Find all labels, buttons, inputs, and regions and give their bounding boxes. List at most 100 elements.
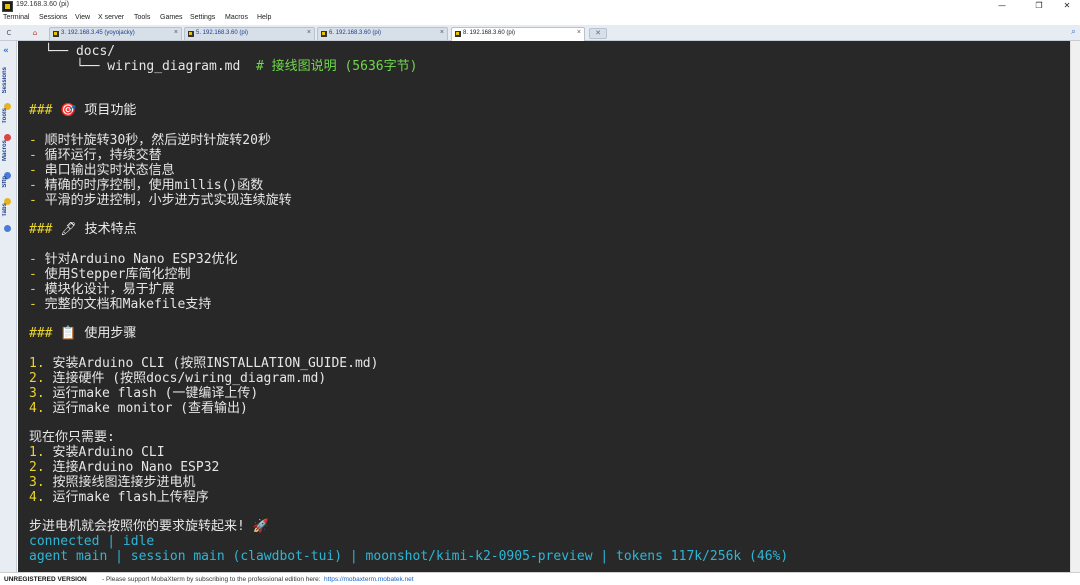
bullet: - bbox=[29, 133, 45, 148]
tree-line: └── wiring_diagram.md # 接线图说明 (5636字节) bbox=[29, 60, 417, 74]
window-titlebar: 192.168.3.60 (pi) — ❐ ✕ bbox=[0, 0, 1080, 13]
list-item-text: 顺时针旋转30秒，然后逆时针旋转20秒 bbox=[44, 133, 271, 148]
heading-tech: ### 🖊 技术特点 bbox=[29, 223, 137, 237]
tabs-icon bbox=[4, 225, 11, 232]
list-item: - 精确的时序控制，使用millis()函数 bbox=[29, 179, 263, 193]
session-status: agent main | session main (clawdbot-tui)… bbox=[29, 549, 789, 564]
menu-x-server[interactable]: X server bbox=[98, 14, 124, 21]
menu-settings[interactable]: Settings bbox=[190, 14, 215, 21]
sidebar-tab-macros[interactable]: Macros bbox=[2, 140, 14, 179]
numbered-item-text: 按照接线图连接步进电机 bbox=[52, 475, 196, 490]
tree-comment: # 接线图说明 (5636字节) bbox=[255, 59, 418, 74]
close-button[interactable]: ✕ bbox=[1052, 0, 1080, 13]
close-icon[interactable]: × bbox=[307, 29, 311, 36]
collapse-sidebar-icon[interactable]: « bbox=[3, 46, 9, 56]
menu-bar: Terminal Sessions View X server Tools Ga… bbox=[0, 13, 1080, 25]
list-item: - 串口输出实时状态信息 bbox=[29, 164, 175, 178]
sidebar-tab-tools[interactable]: Tools bbox=[2, 108, 14, 141]
tab-session-3[interactable]: 3. 192.168.3.45 (yoyojacky) × bbox=[49, 27, 182, 40]
sidebar-label: Sessions bbox=[2, 67, 8, 94]
menu-sessions[interactable]: Sessions bbox=[39, 14, 67, 21]
numbered-item: 2. 连接硬件 (按照docs/wiring_diagram.md) bbox=[29, 372, 326, 386]
tab-session-8[interactable]: 8. 192.168.3.60 (pi) × bbox=[451, 27, 585, 41]
list-item: - 使用Stepper库简化控制 bbox=[29, 268, 190, 282]
terminal-icon bbox=[188, 31, 194, 37]
tree-line: └── docs/ bbox=[29, 44, 116, 59]
numbered-item: 2. 连接Arduino Nano ESP32 bbox=[29, 461, 219, 475]
sidebar-tab-sessions[interactable]: Sessions bbox=[2, 67, 14, 110]
paperclip-icon[interactable]: ⌕ bbox=[1071, 27, 1076, 37]
bullet: - bbox=[29, 148, 45, 163]
terminal-icon bbox=[455, 31, 461, 37]
list-item-text: 完整的文档和Makefile支持 bbox=[44, 297, 212, 312]
tab-session-6[interactable]: 6. 192.168.3.60 (pi) × bbox=[317, 27, 448, 40]
heading-text: 🎯 项目功能 bbox=[52, 103, 137, 118]
tab-label: 5. 192.168.3.60 (pi) bbox=[196, 30, 249, 36]
list-item-text: 串口输出实时状态信息 bbox=[44, 163, 175, 178]
menu-terminal[interactable]: Terminal bbox=[3, 14, 29, 21]
bullet: - bbox=[29, 252, 45, 267]
bullet: - bbox=[29, 267, 45, 282]
bullet: - bbox=[29, 282, 45, 297]
sidebar-label: Sftp bbox=[2, 176, 8, 188]
close-icon[interactable]: × bbox=[577, 29, 581, 36]
item-number: 2. bbox=[29, 371, 53, 386]
heading-text: 📋 使用步骤 bbox=[52, 326, 137, 341]
list-item: - 针对Arduino Nano ESP32优化 bbox=[29, 253, 238, 267]
new-tab-icon[interactable]: ✕ bbox=[589, 28, 607, 39]
sidebar-tab-sftp[interactable]: Sftp bbox=[2, 176, 14, 205]
menu-games[interactable]: Games bbox=[160, 14, 183, 21]
menu-tools[interactable]: Tools bbox=[134, 14, 150, 21]
now-heading: 现在你只需要: bbox=[29, 430, 115, 445]
subscribe-link[interactable]: https://mobaxterm.mobatek.net bbox=[324, 576, 414, 583]
close-icon[interactable]: × bbox=[440, 29, 444, 36]
item-number: 4. bbox=[29, 401, 53, 416]
unregistered-label: UNREGISTERED VERSION bbox=[4, 576, 87, 583]
numbered-item: 4. 运行make monitor (查看输出) bbox=[29, 402, 248, 416]
item-number: 1. bbox=[29, 445, 53, 460]
heading-marker: ### bbox=[29, 326, 53, 341]
minimize-button[interactable]: — bbox=[987, 0, 1017, 13]
numbered-item: 3. 按照接线图连接步进电机 bbox=[29, 476, 196, 490]
item-number: 4. bbox=[29, 490, 53, 505]
app-icon bbox=[2, 1, 13, 12]
heading-features: ### 🎯 项目功能 bbox=[29, 104, 136, 118]
terminal-view[interactable]: └── docs/ └── wiring_diagram.md # 接线图说明 … bbox=[18, 41, 1070, 572]
terminal-scrollbar[interactable] bbox=[1070, 41, 1080, 572]
numbered-item-text: 连接硬件 (按照docs/wiring_diagram.md) bbox=[52, 371, 327, 386]
sidebar: « Sessions Tools Macros Sftp Tabs bbox=[0, 41, 17, 572]
menu-macros[interactable]: Macros bbox=[225, 14, 248, 21]
numbered-item-text: 运行make flash (一键编译上传) bbox=[52, 386, 259, 401]
sidebar-label: Tabs bbox=[2, 203, 8, 217]
closing-message: 步进电机就会按照你的要求旋转起来! 🚀 bbox=[29, 519, 269, 534]
numbered-item: 3. 运行make flash (一键编译上传) bbox=[29, 387, 258, 401]
close-icon[interactable]: × bbox=[174, 29, 178, 36]
heading-marker: ### bbox=[29, 103, 53, 118]
list-item-text: 精确的时序控制，使用millis()函数 bbox=[44, 178, 264, 193]
numbered-item: 1. 安装Arduino CLI (按照INSTALLATION_GUIDE.m… bbox=[29, 357, 378, 371]
tab-label: 3. 192.168.3.45 (yoyojacky) bbox=[61, 30, 135, 36]
terminal-icon bbox=[53, 31, 59, 37]
restore-button[interactable]: ❐ bbox=[1024, 0, 1054, 13]
sidebar-label: Tools bbox=[2, 108, 8, 124]
sidebar-tab-tabs[interactable]: Tabs bbox=[2, 203, 14, 232]
numbered-item: 1. 安装Arduino CLI bbox=[29, 446, 165, 460]
menu-view[interactable]: View bbox=[75, 14, 90, 21]
tab-bar: C ⌂ 3. 192.168.3.45 (yoyojacky) × 5. 192… bbox=[0, 25, 1080, 41]
terminal-icon bbox=[321, 31, 327, 37]
bullet: - bbox=[29, 163, 45, 178]
tab-session-5[interactable]: 5. 192.168.3.60 (pi) × bbox=[184, 27, 315, 40]
sidebar-label: Macros bbox=[2, 140, 8, 162]
list-item-text: 针对Arduino Nano ESP32优化 bbox=[44, 252, 238, 267]
list-item-text: 平滑的步进控制，小步进方式实现连续旋转 bbox=[44, 193, 292, 208]
home-session-icon[interactable]: ⌂ bbox=[24, 26, 46, 40]
support-text: - Please support MobaXterm by subscribin… bbox=[102, 576, 321, 583]
connection-status: connected | idle bbox=[29, 534, 155, 549]
list-item-text: 循环运行，持续交替 bbox=[44, 148, 162, 163]
item-number: 3. bbox=[29, 386, 53, 401]
list-item-text: 使用Stepper库简化控制 bbox=[44, 267, 191, 282]
menu-help[interactable]: Help bbox=[257, 14, 271, 21]
chevron-left-icon[interactable]: C bbox=[4, 26, 14, 40]
list-item-text: 模块化设计，易于扩展 bbox=[44, 282, 175, 297]
list-item: - 完整的文档和Makefile支持 bbox=[29, 298, 211, 312]
